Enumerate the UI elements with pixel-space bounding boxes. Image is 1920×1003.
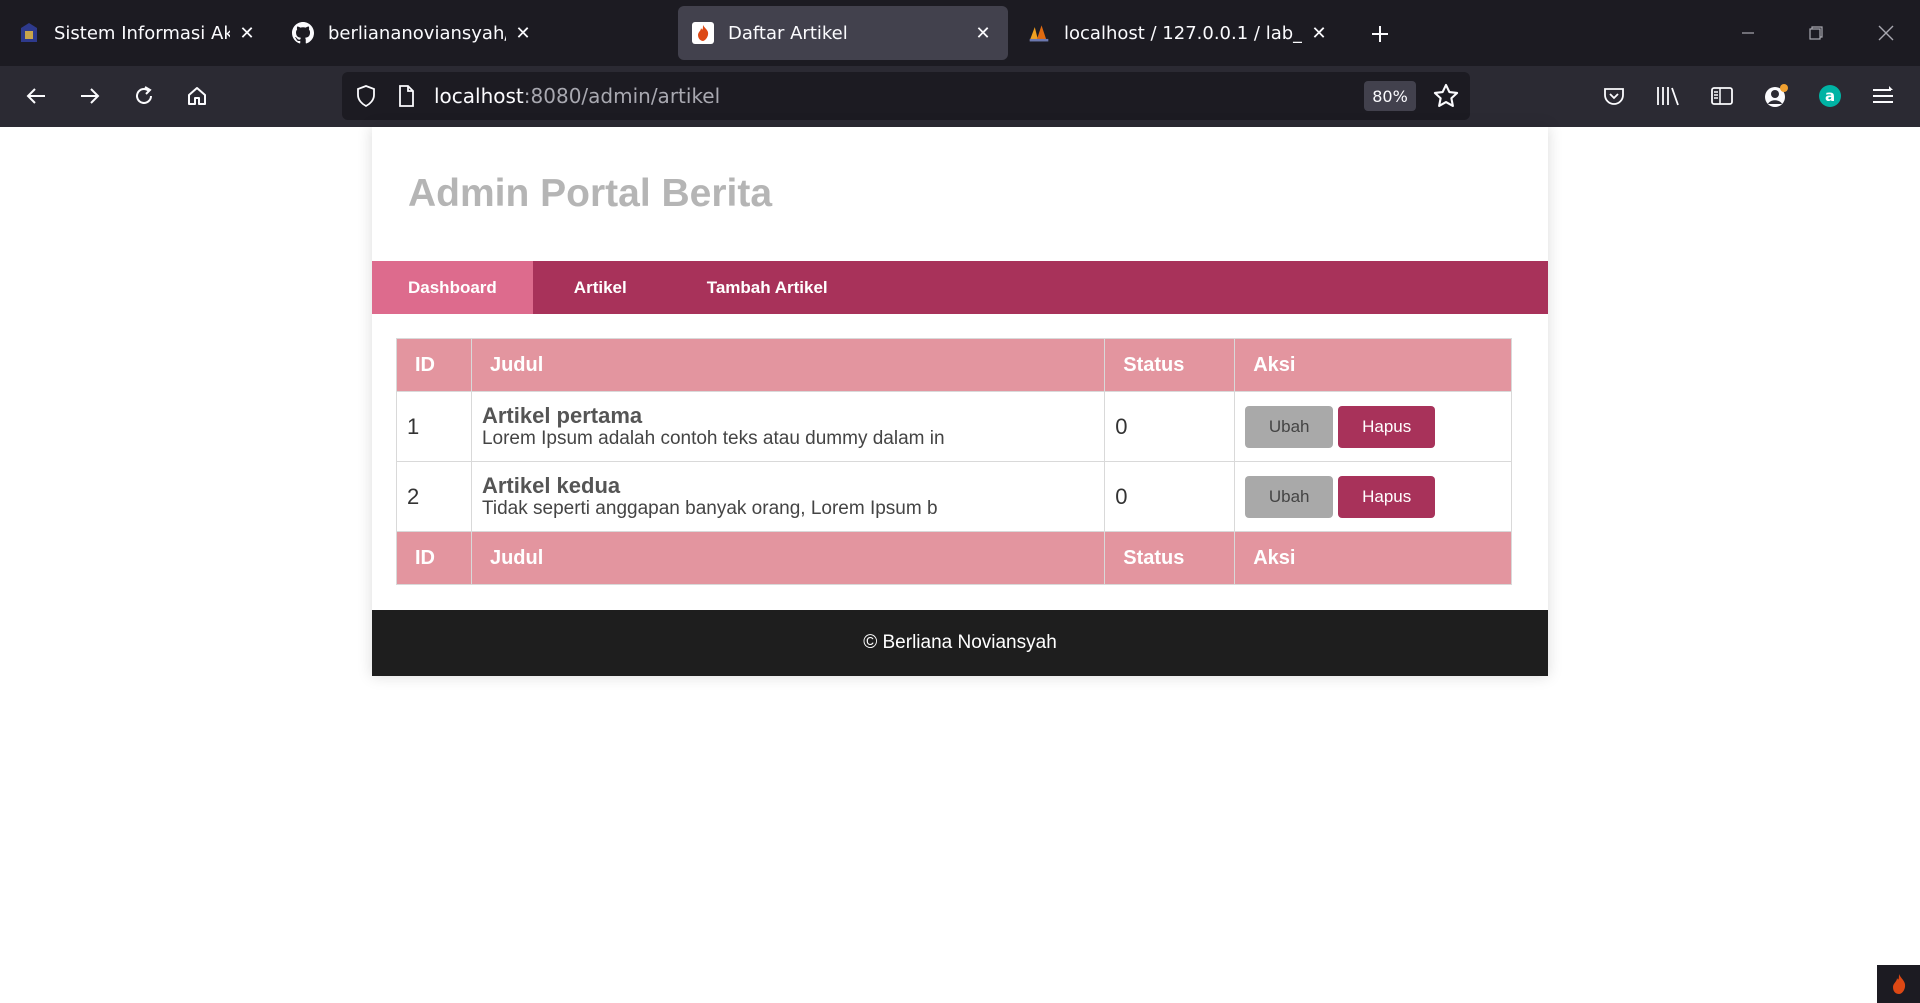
codeigniter-debug-toolbar-icon[interactable] [1877, 965, 1920, 1003]
header-id: ID [396, 338, 472, 392]
home-button[interactable] [177, 76, 217, 116]
reload-button[interactable] [124, 76, 164, 116]
tab-github[interactable]: berliananoviansyah/lab11web ✕ [278, 6, 548, 60]
tab-title: Sistem Informasi Akademik [54, 22, 230, 44]
close-icon[interactable]: ✕ [966, 16, 1000, 50]
url-path: :8080/admin/artikel [523, 84, 721, 108]
address-bar[interactable]: localhost:8080/admin/artikel 80% [342, 72, 1470, 120]
university-logo-icon [18, 22, 40, 44]
tab-title: Daftar Artikel [728, 22, 848, 44]
tab-phpmyadmin[interactable]: localhost / 127.0.0.1 / lab_ci4 / a ✕ [1014, 6, 1344, 60]
table-row: 2 Artikel kedua Tidak seperti anggapan b… [396, 461, 1512, 532]
library-icon[interactable] [1650, 78, 1686, 114]
article-table: ID Judul Status Aksi 1 Artikel pertama L… [396, 338, 1512, 585]
footer-header-id: ID [396, 531, 472, 585]
new-tab-button[interactable] [1360, 14, 1400, 54]
close-window-button[interactable] [1864, 12, 1908, 54]
edit-button[interactable]: Ubah [1245, 475, 1334, 518]
edit-button[interactable]: Ubah [1245, 405, 1334, 448]
nav-item-dashboard[interactable]: Dashboard [372, 261, 533, 314]
cell-judul: Artikel kedua Tidak seperti anggapan ban… [470, 461, 1106, 532]
tab-daftar-artikel[interactable]: Daftar Artikel ✕ [678, 6, 1008, 60]
shield-icon[interactable] [354, 84, 378, 108]
article-excerpt: Lorem Ipsum adalah contoh teks atau dumm… [481, 428, 945, 449]
phpmyadmin-icon [1028, 22, 1050, 44]
cell-aksi: Ubah Hapus [1234, 391, 1512, 462]
main-nav: Dashboard Artikel Tambah Artikel [372, 261, 1548, 314]
delete-button[interactable]: Hapus [1338, 405, 1436, 448]
minimize-window-button[interactable] [1726, 12, 1770, 54]
browser-tab-strip: Sistem Informasi Akademik ✕ berliananovi… [0, 0, 1920, 66]
browser-navigation-toolbar: localhost:8080/admin/artikel 80% a [0, 66, 1920, 127]
footer-header-status: Status [1104, 531, 1236, 585]
tab-title: localhost / 127.0.0.1 / lab_ci4 / a [1064, 22, 1302, 44]
restore-window-button[interactable] [1794, 12, 1838, 54]
delete-button[interactable]: Hapus [1338, 475, 1436, 518]
content-section: ID Judul Status Aksi 1 Artikel pertama L… [396, 338, 1512, 585]
close-icon[interactable]: ✕ [230, 16, 264, 50]
svg-text:a: a [1825, 87, 1835, 105]
cell-id: 1 [396, 391, 472, 462]
pocket-icon[interactable] [1596, 78, 1632, 114]
table-row: 1 Artikel pertama Lorem Ipsum adalah con… [396, 391, 1512, 462]
sidebar-icon[interactable] [1704, 78, 1740, 114]
footer-header-aksi: Aksi [1234, 531, 1512, 585]
header-aksi: Aksi [1234, 338, 1512, 392]
zoom-level-button[interactable]: 80% [1364, 81, 1416, 111]
header-status: Status [1104, 338, 1236, 392]
table-footer-row: ID Judul Status Aksi [396, 531, 1512, 585]
account-icon[interactable] [1758, 78, 1794, 114]
cell-aksi: Ubah Hapus [1234, 461, 1512, 532]
url-text[interactable]: localhost:8080/admin/artikel [434, 72, 720, 120]
page-container: Admin Portal Berita Dashboard Artikel Ta… [372, 127, 1548, 676]
article-title: Artikel pertama [481, 403, 643, 428]
page-title: Admin Portal Berita [408, 172, 773, 215]
page-info-icon[interactable] [394, 84, 418, 108]
close-icon[interactable]: ✕ [1302, 16, 1336, 50]
table-header-row: ID Judul Status Aksi [396, 338, 1512, 392]
article-excerpt: Tidak seperti anggapan banyak orang, Lor… [481, 498, 938, 519]
nav-item-artikel[interactable]: Artikel [533, 261, 667, 314]
tab-title: berliananoviansyah/lab11web [328, 22, 506, 44]
cell-status: 0 [1104, 391, 1236, 462]
web-page: Admin Portal Berita Dashboard Artikel Ta… [0, 127, 1920, 1003]
cell-status: 0 [1104, 461, 1236, 532]
back-button[interactable] [16, 76, 56, 116]
codeigniter-icon [692, 22, 714, 44]
cell-id: 2 [396, 461, 472, 532]
site-header: Admin Portal Berita [372, 127, 1548, 261]
header-judul: Judul [470, 338, 1106, 392]
github-icon [292, 22, 314, 44]
forward-button[interactable] [70, 76, 110, 116]
menu-hamburger-icon[interactable] [1866, 78, 1902, 114]
cell-judul: Artikel pertama Lorem Ipsum adalah conto… [470, 391, 1106, 462]
close-icon[interactable]: ✕ [506, 16, 540, 50]
nav-item-tambah-artikel[interactable]: Tambah Artikel [667, 261, 864, 314]
extension-a-icon[interactable]: a [1812, 78, 1848, 114]
tab-sistem-informasi-akademik[interactable]: Sistem Informasi Akademik ✕ [4, 6, 272, 60]
footer-header-judul: Judul [470, 531, 1106, 585]
article-title: Artikel kedua [481, 473, 621, 498]
site-footer: © Berliana Noviansyah [372, 610, 1548, 676]
bookmark-star-icon[interactable] [1432, 82, 1460, 110]
url-host: localhost [434, 84, 524, 108]
